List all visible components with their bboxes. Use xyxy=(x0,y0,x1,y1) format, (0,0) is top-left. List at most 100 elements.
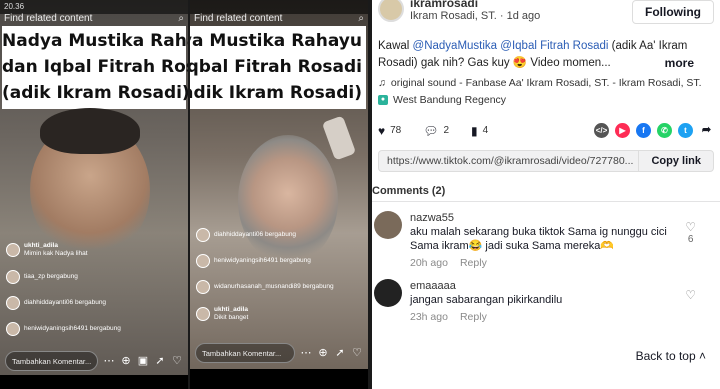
author-subtitle: Ikram Rosadi, ST. · 1d ago xyxy=(410,10,541,22)
live-screenshot-1: 20.36 Find related content ⌕ Nadya Musti… xyxy=(0,0,188,389)
feed-message: diahhiddayanti06 bergabung xyxy=(214,231,297,238)
comment-time: 23h ago xyxy=(410,311,448,323)
music-note-icon: ♫ xyxy=(378,77,386,89)
feed-message: Dikit banget xyxy=(214,314,249,321)
share-arrow-icon[interactable]: ➦ xyxy=(699,123,714,138)
find-related-text: Find related content xyxy=(194,12,283,24)
post-description: Kawal @NadyaMustika @Iqbal Fitrah Rosadi… xyxy=(378,40,694,72)
avatar[interactable] xyxy=(374,279,402,307)
avatar xyxy=(196,228,210,242)
tiktok-post-panel: ikramrosadi Ikram Rosadi, ST. · 1d ago F… xyxy=(372,0,720,389)
feed-message: diahhiddayanti06 bergabung xyxy=(24,299,107,306)
post-header: ikramrosadi Ikram Rosadi, ST. · 1d ago F… xyxy=(372,0,720,30)
list-item: heniwidyaningsih6491 bergabung xyxy=(6,322,182,336)
title-line: (adik Ikram Rosadi) xyxy=(190,83,362,103)
feed-message: Mimin kak Nadya lihat xyxy=(24,250,88,257)
sound-link[interactable]: ♫ original sound - Fanbase Aa' Ikram Ros… xyxy=(372,72,720,89)
gift-icon[interactable]: ▣ xyxy=(137,355,149,367)
add-icon[interactable]: ⊕ xyxy=(317,347,329,359)
comment-icon: 💬︎ xyxy=(423,123,439,138)
avatar[interactable] xyxy=(378,0,404,22)
feed-username: ukhti_adila xyxy=(214,306,248,313)
title-line: Nadya Mustika Rahayu xyxy=(190,31,362,51)
comment-input[interactable]: Tambahkan Komentar... xyxy=(5,351,98,371)
twitter-icon[interactable]: t xyxy=(678,123,693,138)
comment-like-count: 6 xyxy=(687,234,694,245)
post-url[interactable]: https://www.tiktok.com/@ikramrosadi/vide… xyxy=(379,155,638,167)
live-bottom-bar: Tambahkan Komentar... ⋯ ⊕ ▣ ➚ ♡ xyxy=(5,349,183,373)
share-icon[interactable]: ➚ xyxy=(334,347,346,359)
live-feed: diahhiddayanti06 bergabung heniwidyaning… xyxy=(196,228,362,334)
comment-item: emaaaaa jangan sabarangan pikirkandilu 2… xyxy=(372,270,720,324)
dots-icon[interactable]: ⋯ xyxy=(300,347,312,359)
comment-username[interactable]: emaaaaa xyxy=(410,279,714,293)
feed-message: tiaa_zp bergabung xyxy=(24,273,78,280)
heart-icon[interactable]: ♡ xyxy=(351,347,363,359)
title-line: Nadya Mustika Rahayu xyxy=(2,31,188,51)
comment-input[interactable]: Tambahkan Komentar... xyxy=(195,343,295,363)
reply-button[interactable]: Reply xyxy=(460,310,487,324)
comment-like[interactable]: ♡ 6 xyxy=(685,220,696,245)
avatar xyxy=(196,307,210,321)
share-buttons: </> ▶ f ✆ t ➦ xyxy=(594,123,714,138)
overlay-title: Nadya Mustika Rahayu dan Iqbal Fitrah Ro… xyxy=(2,26,188,109)
like-count: 78 xyxy=(390,125,402,136)
location-name: West Bandung Regency xyxy=(393,94,507,106)
comment-action[interactable]: 💬︎ 2 xyxy=(423,124,449,138)
mention-link[interactable]: @Iqbal Fitrah Rosadi xyxy=(500,40,608,52)
live-feed: ukhti_adila Mimin kak Nadya lihat tiaa_zp… xyxy=(6,242,182,348)
person-hair xyxy=(40,108,140,154)
following-button[interactable]: Following xyxy=(632,0,714,24)
avatar[interactable] xyxy=(374,211,402,239)
mention-link[interactable]: @NadyaMustika xyxy=(413,40,498,52)
send-icon[interactable]: ▶ xyxy=(615,123,630,138)
comment-username[interactable]: nazwa55 xyxy=(410,211,714,225)
heart-outline-icon: ♡ xyxy=(685,220,696,234)
add-icon[interactable]: ⊕ xyxy=(120,355,132,367)
android-nav-bar xyxy=(0,375,188,389)
action-bar: ♥ 78 💬︎ 2 ▮ 4 </> ▶ f ✆ t ➦ xyxy=(372,106,720,138)
back-to-top-button[interactable]: Back to top ˄ xyxy=(631,345,710,367)
heart-icon[interactable]: ♡ xyxy=(171,355,183,367)
whatsapp-icon[interactable]: ✆ xyxy=(657,123,672,138)
facebook-icon[interactable]: f xyxy=(636,123,651,138)
list-item: diahhiddayanti06 bergabung xyxy=(6,296,182,310)
title-line: dan Iqbal Fitrah Rosadi xyxy=(2,57,188,77)
heart-outline-icon: ♡ xyxy=(685,288,696,302)
search-icon[interactable]: ⌕ xyxy=(178,13,184,24)
sound-title: original sound - Fanbase Aa' Ikram Rosad… xyxy=(390,77,702,89)
avatar xyxy=(6,243,20,257)
live-screenshot-2: Find related content ⌕ Nadya Mustika Rah… xyxy=(190,0,368,389)
feed-message: heniwidyaningsih6491 bergabung xyxy=(214,257,311,264)
more-button[interactable]: more xyxy=(665,55,694,72)
copy-link-button[interactable]: Copy link xyxy=(638,151,713,171)
comments-heading: Comments (2) xyxy=(372,185,446,197)
like-action[interactable]: ♥ 78 xyxy=(378,124,401,138)
author-handle[interactable]: ikramrosadi xyxy=(410,0,540,10)
comment-time: 20h ago xyxy=(410,257,448,269)
android-nav-bar xyxy=(190,369,368,389)
list-item: ukhti_adila Dikit banget xyxy=(196,306,362,322)
share-icon[interactable]: ➚ xyxy=(154,355,166,367)
comment-like[interactable]: ♡ xyxy=(685,288,696,302)
avatar xyxy=(196,254,210,268)
feed-username: ukhti_adila xyxy=(24,242,58,249)
comment-count: 2 xyxy=(443,125,450,136)
bookmark-icon: ▮ xyxy=(471,123,478,138)
embed-icon[interactable]: </> xyxy=(594,123,609,138)
location-link[interactable]: ● West Bandung Regency xyxy=(372,89,720,106)
find-related-bar[interactable]: Find related content ⌕ xyxy=(4,12,184,24)
comment-text: jangan sabarangan pikirkandilu xyxy=(410,294,563,306)
reply-button[interactable]: Reply xyxy=(460,256,487,270)
dots-icon[interactable]: ⋯ xyxy=(103,355,115,367)
comment-item: nazwa55 aku malah sekarang buka tiktok S… xyxy=(372,202,720,270)
avatar xyxy=(6,270,20,284)
save-action[interactable]: ▮ 4 xyxy=(471,124,488,138)
link-box: https://www.tiktok.com/@ikramrosadi/vide… xyxy=(378,150,714,172)
save-count: 4 xyxy=(482,125,489,136)
search-icon[interactable]: ⌕ xyxy=(358,13,364,24)
live-bottom-bar: Tambahkan Komentar... ⋯ ⊕ ➚ ♡ xyxy=(195,341,363,365)
comment-text: aku malah sekarang buka tiktok Sama ig n… xyxy=(410,226,667,252)
feed-message: heniwidyaningsih6491 bergabung xyxy=(24,325,121,332)
find-related-bar[interactable]: Find related content ⌕ xyxy=(194,12,364,24)
